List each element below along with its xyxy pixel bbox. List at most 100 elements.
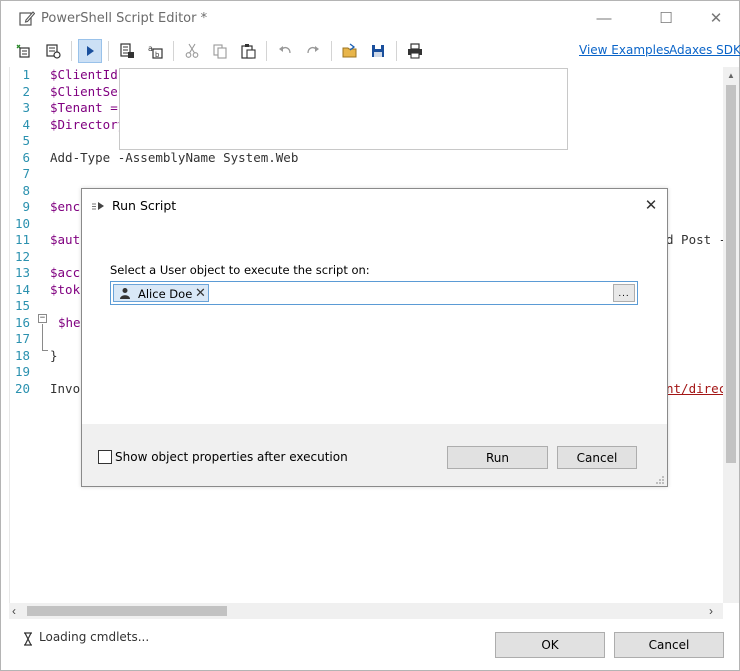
vertical-scroll-thumb[interactable] <box>726 85 736 463</box>
line-number-gutter: 1 2 3 4 5 6 7 8 9 10 11 12 13 14 15 16 1… <box>10 67 32 603</box>
line-number: 10 <box>14 215 30 231</box>
window-title: PowerShell Script Editor * <box>41 11 208 26</box>
line-number: 12 <box>14 248 30 264</box>
resize-grip-icon[interactable] <box>655 475 665 485</box>
line-number: 18 <box>14 347 30 363</box>
hourglass-icon <box>24 632 32 646</box>
script-settings-icon <box>46 44 61 59</box>
line-number: 2 <box>22 83 30 99</box>
selected-object-name: Alice Doe <box>138 287 193 301</box>
line-number: 3 <box>22 100 30 115</box>
line-number: 1 <box>22 67 30 82</box>
line-number: 20 <box>14 380 30 396</box>
adaxes-sdk-link[interactable]: Adaxes SDK <box>669 43 740 57</box>
code-fragment: d Post - <box>666 232 727 247</box>
script-editor-window: PowerShell Script Editor * — ☐ ✕ a b Vie… <box>0 0 740 671</box>
value-reference-button[interactable]: a b <box>143 39 167 63</box>
scroll-up-icon[interactable]: ▲ <box>727 71 735 80</box>
fold-guide <box>42 350 48 351</box>
fold-toggle[interactable]: − <box>38 314 47 323</box>
toolbar-separator <box>108 41 109 61</box>
code-line: $Tenant = <box>50 100 118 115</box>
browse-objects-button[interactable]: ... <box>613 284 635 302</box>
code-line: $ClientId <box>50 67 118 82</box>
line-number: 19 <box>14 364 30 379</box>
scroll-right-icon[interactable]: › <box>709 604 713 618</box>
toolbar-separator <box>331 41 332 61</box>
line-number: 11 <box>14 232 30 247</box>
run-script-dialog: Run Script ✕ Select a User object to exe… <box>81 188 668 487</box>
document-list-icon <box>120 43 134 58</box>
run-script-icon <box>92 202 104 210</box>
line-number: 8 <box>22 182 30 198</box>
remove-object-icon[interactable]: ✕ <box>195 285 206 301</box>
status-text: Loading cmdlets... <box>39 630 150 644</box>
scroll-left-icon[interactable]: ‹ <box>12 604 16 618</box>
open-folder-icon <box>342 43 357 58</box>
close-button[interactable]: ✕ <box>693 1 739 35</box>
line-number: 6 <box>22 149 30 165</box>
ok-button[interactable]: OK <box>495 632 605 658</box>
script-settings-button[interactable] <box>41 39 65 63</box>
undo-icon <box>279 46 291 54</box>
vertical-scrollbar[interactable]: ▲ <box>723 67 739 603</box>
line-number: 5 <box>22 133 30 148</box>
view-examples-link[interactable]: View Examples <box>579 43 670 57</box>
svg-text:b: b <box>155 51 160 59</box>
clipboard-icon <box>241 44 256 59</box>
open-file-button[interactable] <box>338 39 362 63</box>
line-number: 16 <box>14 314 30 330</box>
horizontal-scrollbar[interactable]: ‹ › <box>9 603 723 619</box>
minimize-button[interactable]: — <box>581 1 627 35</box>
paste-button[interactable] <box>236 39 260 63</box>
code-fragment: nt/direc <box>666 380 727 396</box>
scissors-icon <box>185 43 199 58</box>
line-number: 9 <box>22 199 30 214</box>
value-reference-icon: a b <box>148 44 163 59</box>
code-line: $acc <box>50 265 81 280</box>
line-number: 14 <box>14 281 30 297</box>
dialog-close-button[interactable]: ✕ <box>640 195 662 215</box>
cancel-button[interactable]: Cancel <box>614 632 724 658</box>
title-bar: PowerShell Script Editor * — ☐ ✕ <box>1 1 740 35</box>
save-file-button[interactable] <box>366 39 390 63</box>
line-number: 17 <box>14 331 30 346</box>
run-button[interactable]: Run <box>447 446 548 469</box>
show-properties-checkbox[interactable] <box>98 450 112 464</box>
print-button[interactable] <box>403 39 427 63</box>
dialog-cancel-button[interactable]: Cancel <box>557 446 637 469</box>
code-line: Invo <box>50 380 81 396</box>
fold-guide <box>42 324 43 350</box>
show-properties-label[interactable]: Show object properties after execution <box>115 450 348 464</box>
user-icon <box>120 288 130 299</box>
line-number: 7 <box>22 166 30 181</box>
toolbar-separator <box>266 41 267 61</box>
property-pattern-button[interactable] <box>115 39 139 63</box>
horizontal-scroll-thumb[interactable] <box>27 606 227 616</box>
redo-button[interactable] <box>301 39 325 63</box>
code-line: $tok <box>50 281 81 297</box>
code-line: } <box>50 347 58 363</box>
insert-template-button[interactable] <box>11 39 35 63</box>
toolbar-separator <box>396 41 397 61</box>
run-script-button[interactable] <box>78 39 102 63</box>
copy-button[interactable] <box>208 39 232 63</box>
edit-script-icon <box>19 11 35 26</box>
object-prompt-label: Select a User object to execute the scri… <box>110 263 370 277</box>
play-icon <box>87 46 94 56</box>
svg-text:a: a <box>148 44 153 53</box>
toolbar-separator <box>173 41 174 61</box>
maximize-button[interactable]: ☐ <box>643 1 689 35</box>
code-line: Add-Type -AssemblyName System.Web <box>50 149 299 165</box>
code-line: $enc <box>50 199 81 214</box>
undo-button[interactable] <box>273 39 297 63</box>
printer-icon <box>408 43 422 59</box>
selected-object-chip[interactable]: Alice Doe ✕ <box>113 284 209 302</box>
object-picker-field[interactable]: Alice Doe ✕ ... <box>110 281 638 305</box>
line-number: 4 <box>22 116 30 132</box>
insert-template-icon <box>16 44 30 58</box>
cut-button[interactable] <box>180 39 204 63</box>
code-line: $ClientSec <box>50 83 126 99</box>
line-number: 15 <box>14 298 30 313</box>
floppy-disk-icon <box>372 45 384 57</box>
